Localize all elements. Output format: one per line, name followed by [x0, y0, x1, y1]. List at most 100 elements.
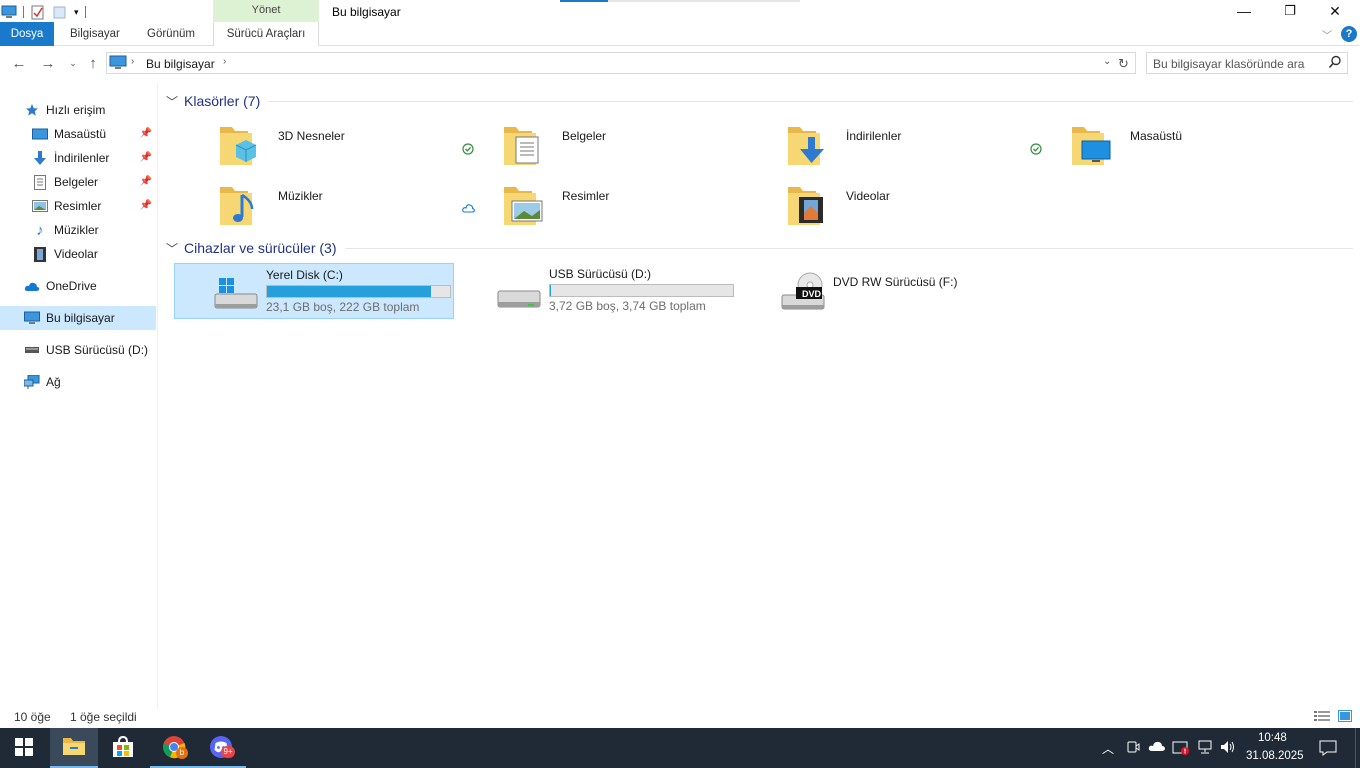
status-bar: 10 öğe 1 öğe seçildi: [0, 708, 1360, 728]
documents-icon: [32, 174, 48, 190]
properties-icon[interactable]: [30, 4, 46, 20]
volume-icon[interactable]: [1220, 740, 1236, 757]
folder-desktop[interactable]: Masaüstü: [1070, 123, 1350, 179]
notification-center-icon[interactable]: [1319, 740, 1337, 759]
drive-name: USB Sürücüsü (D:): [549, 267, 652, 281]
nav-item-documents[interactable]: Belgeler 📌: [0, 170, 156, 194]
window-title: Bu bilgisayar: [332, 5, 401, 19]
star-icon: [24, 102, 40, 118]
folder-videos[interactable]: Videolar: [786, 183, 1066, 239]
folder-name: Müzikler: [278, 189, 323, 203]
nav-item-label: Belgeler: [54, 175, 99, 189]
tab-drive-tools[interactable]: Sürücü Araçları: [213, 22, 319, 46]
folder-name: Resimler: [562, 189, 610, 203]
address-dropdown-icon[interactable]: ⌄: [1103, 56, 1111, 67]
folder-3d-objects[interactable]: 3D Nesneler: [218, 123, 498, 179]
recent-locations-chevron-icon[interactable]: ⌄: [63, 58, 83, 69]
folder-music[interactable]: Müzikler: [218, 183, 498, 239]
navigation-bar: ← → ⌄ ↑ › Bu bilgisayar › ⌄ ↻ Bu bilgisa…: [0, 47, 1360, 81]
drive-space-info: 3,72 GB boş, 3,74 GB toplam: [549, 299, 706, 313]
pin-icon[interactable]: 📌: [140, 152, 152, 163]
up-arrow-icon[interactable]: ↑: [83, 55, 103, 72]
nav-item-onedrive[interactable]: OneDrive: [0, 274, 156, 298]
nav-item-pictures[interactable]: Resimler 📌: [0, 194, 156, 218]
synced-status-icon: [1030, 143, 1042, 158]
expand-ribbon-icon[interactable]: ﹀: [1322, 27, 1332, 42]
search-box[interactable]: Bu bilgisayar klasöründe ara: [1146, 52, 1348, 74]
clock-time[interactable]: 10:48: [1258, 732, 1287, 744]
discord-icon: 9+: [209, 735, 235, 759]
pin-icon[interactable]: 📌: [140, 176, 152, 187]
nav-item-downloads[interactable]: İndirilenler 📌: [0, 146, 156, 170]
address-bar[interactable]: › Bu bilgisayar › ⌄: [106, 52, 1136, 74]
folder-downloads[interactable]: İndirilenler: [786, 123, 1066, 179]
onedrive-tray-icon[interactable]: [1148, 740, 1166, 755]
breadcrumb-chevron-icon[interactable]: ›: [223, 56, 226, 67]
customize-toolbar-icon[interactable]: ▾: [74, 7, 79, 18]
breadcrumb-segment[interactable]: Bu bilgisayar: [146, 57, 215, 71]
chrome-badge: b: [176, 747, 188, 759]
minimize-button[interactable]: —: [1221, 0, 1267, 22]
usb-drive-icon: [496, 283, 542, 316]
folder-documents[interactable]: Belgeler: [502, 123, 782, 179]
devices-group-header[interactable]: ﹀ Cihazlar ve sürücüler (3): [166, 238, 337, 258]
new-folder-icon[interactable]: [52, 4, 68, 20]
nav-item-videos[interactable]: Videolar: [0, 242, 156, 266]
taskbar-discord[interactable]: 9+: [198, 728, 246, 768]
refresh-icon[interactable]: ↻: [1118, 56, 1129, 72]
show-desktop-button[interactable]: [1355, 728, 1360, 768]
nav-item-network[interactable]: Ağ: [0, 370, 156, 394]
tab-file[interactable]: Dosya: [0, 22, 54, 46]
nav-item-this-pc[interactable]: Bu bilgisayar: [0, 306, 156, 330]
nav-item-quick-access[interactable]: Hızlı erişim: [0, 98, 156, 122]
breadcrumb-chevron-icon[interactable]: ›: [131, 56, 134, 67]
dvd-label: DVD: [802, 289, 822, 299]
drive-local-c[interactable]: Yerel Disk (C:) 23,1 GB boş, 222 GB topl…: [174, 263, 454, 319]
start-button[interactable]: [0, 728, 48, 768]
cloud-icon: [24, 278, 40, 294]
tab-computer[interactable]: Bilgisayar: [70, 22, 120, 46]
forward-arrow-icon[interactable]: →: [38, 55, 58, 72]
store-icon: [112, 735, 134, 761]
chrome-icon: b: [162, 735, 188, 759]
nav-item-usb-drive[interactable]: USB Sürücüsü (D:): [0, 338, 156, 362]
computer-icon[interactable]: [1, 5, 17, 19]
tab-view[interactable]: Görünüm: [147, 22, 195, 46]
taskbar-chrome[interactable]: b: [150, 728, 198, 768]
large-icons-view-icon[interactable]: [1338, 710, 1352, 725]
synced-status-icon: [462, 143, 474, 158]
drive-dvd-f[interactable]: DVD DVD RW Sürücüsü (F:): [742, 263, 1022, 319]
computer-icon: [24, 310, 40, 326]
close-button[interactable]: ✕: [1312, 0, 1358, 22]
taskbar-store[interactable]: [99, 728, 147, 768]
help-icon[interactable]: ?: [1341, 26, 1357, 42]
nav-item-desktop[interactable]: Masaüstü 📌: [0, 122, 156, 146]
drive-space-info: 23,1 GB boş, 222 GB toplam: [266, 300, 420, 314]
folder-pictures[interactable]: Resimler: [502, 183, 782, 239]
network-icon: [24, 374, 40, 390]
folder-name: Masaüstü: [1130, 129, 1183, 143]
details-view-icon[interactable]: [1314, 710, 1330, 725]
network-tray-icon[interactable]: [1197, 740, 1213, 757]
clock-date[interactable]: 31.08.2025: [1246, 750, 1304, 762]
videos-icon: [32, 246, 48, 262]
chevron-down-icon: ﹀: [166, 241, 179, 256]
maximize-button[interactable]: ❐: [1267, 0, 1313, 22]
search-icon[interactable]: [1328, 55, 1342, 72]
drive-usb-d[interactable]: USB Sürücüsü (D:) 3,72 GB boş, 3,74 GB t…: [458, 263, 738, 319]
nav-item-label: Resimler: [54, 199, 102, 213]
folders-group-header[interactable]: ﹀ Klasörler (7): [166, 91, 260, 111]
pin-icon[interactable]: 📌: [140, 200, 152, 211]
taskbar-file-explorer[interactable]: [50, 728, 98, 768]
back-arrow-icon[interactable]: ←: [9, 55, 29, 72]
nav-item-music[interactable]: ♪ Müzikler: [0, 218, 156, 242]
security-alert-icon[interactable]: [1172, 740, 1190, 759]
search-placeholder: Bu bilgisayar klasöründe ara: [1153, 57, 1305, 71]
nav-item-label: OneDrive: [46, 279, 97, 293]
show-hidden-icons-chevron-icon[interactable]: ︿: [1102, 740, 1114, 757]
meet-now-icon[interactable]: [1126, 740, 1140, 757]
selected-count: 1 öğe seçildi: [70, 710, 137, 724]
folder-name: Videolar: [846, 189, 890, 203]
toolbar-separator: [84, 6, 86, 18]
pin-icon[interactable]: 📌: [140, 128, 152, 139]
